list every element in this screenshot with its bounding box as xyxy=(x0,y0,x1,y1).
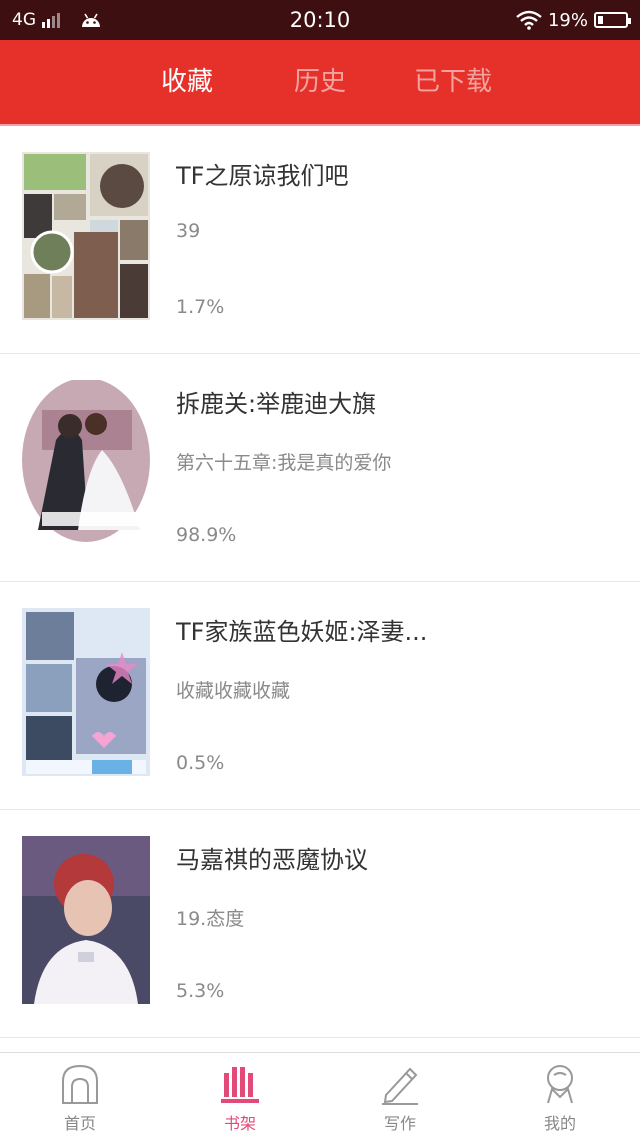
wifi-icon xyxy=(516,10,542,30)
list-item[interactable]: TF之原谅我们吧 39 1.7% xyxy=(0,126,640,354)
nav-home[interactable]: 首页 xyxy=(0,1053,160,1138)
book-chapter: 第六十五章:我是真的爱你 xyxy=(176,452,392,474)
book-title: 拆鹿关:举鹿迪大旗 xyxy=(176,390,377,418)
book-title: 马嘉祺的恶魔协议 xyxy=(176,846,368,874)
home-icon xyxy=(62,1064,98,1104)
book-chapter: 39 xyxy=(176,220,201,242)
book-progress: 98.9% xyxy=(176,524,237,546)
book-title: TF之原谅我们吧 xyxy=(176,162,349,190)
cover-image xyxy=(22,380,150,548)
list-item[interactable]: 马嘉祺的恶魔协议 19.态度 5.3% xyxy=(0,810,640,1038)
nav-write[interactable]: 写作 xyxy=(320,1053,480,1138)
nav-home-label: 首页 xyxy=(63,1114,96,1133)
status-right: 19% xyxy=(516,0,631,40)
book-progress: 0.5% xyxy=(176,752,225,774)
status-bar: 4G 20:10 19% xyxy=(0,0,640,40)
book-progress: 1.7% xyxy=(176,296,225,318)
battery-tip xyxy=(628,18,631,24)
book-cover[interactable] xyxy=(22,836,150,1004)
app-screen: 4G 20:10 19% 收藏 历史 已下载 TF之原谅我们吧 39 1.7% … xyxy=(0,0,640,1138)
list-item[interactable]: TF家族蓝色妖姬:泽妻... 收藏收藏收藏 0.5% xyxy=(0,582,640,810)
bottom-navigation: 首页 书架 写作 我的 xyxy=(0,1052,640,1138)
tab-collect[interactable]: 收藏 xyxy=(117,40,257,124)
book-cover[interactable] xyxy=(22,608,150,776)
nav-profile-label: 我的 xyxy=(543,1114,576,1133)
bookshelf-icon xyxy=(221,1067,259,1103)
book-cover[interactable] xyxy=(22,152,150,320)
battery-fill xyxy=(598,16,603,24)
cover-image xyxy=(22,608,150,776)
nav-profile[interactable]: 我的 xyxy=(480,1053,640,1138)
book-chapter: 收藏收藏收藏 xyxy=(176,680,291,702)
cover-image xyxy=(22,836,150,1004)
battery-percent: 19% xyxy=(547,9,588,31)
book-chapter: 19.态度 xyxy=(176,908,245,930)
battery-icon xyxy=(594,12,631,28)
top-tab-bar: 收藏 历史 已下载 xyxy=(0,40,640,126)
book-cover[interactable] xyxy=(22,380,150,548)
book-title: TF家族蓝色妖姬:泽妻... xyxy=(176,618,428,646)
nav-bookshelf[interactable]: 书架 xyxy=(160,1053,320,1138)
tab-downloaded[interactable]: 已下载 xyxy=(383,40,523,124)
nav-write-label: 写作 xyxy=(383,1114,416,1133)
bookshelf-list: TF之原谅我们吧 39 1.7% 拆鹿关:举鹿迪大旗 第六十五章:我是真的爱你 xyxy=(0,126,640,1052)
cover-image xyxy=(22,152,150,320)
tab-history[interactable]: 历史 xyxy=(250,40,390,124)
list-item[interactable]: 拆鹿关:举鹿迪大旗 第六十五章:我是真的爱你 98.9% xyxy=(0,354,640,582)
profile-icon xyxy=(547,1065,573,1104)
pencil-icon xyxy=(382,1067,418,1105)
nav-bookshelf-label: 书架 xyxy=(223,1114,256,1133)
book-progress: 5.3% xyxy=(176,980,225,1002)
